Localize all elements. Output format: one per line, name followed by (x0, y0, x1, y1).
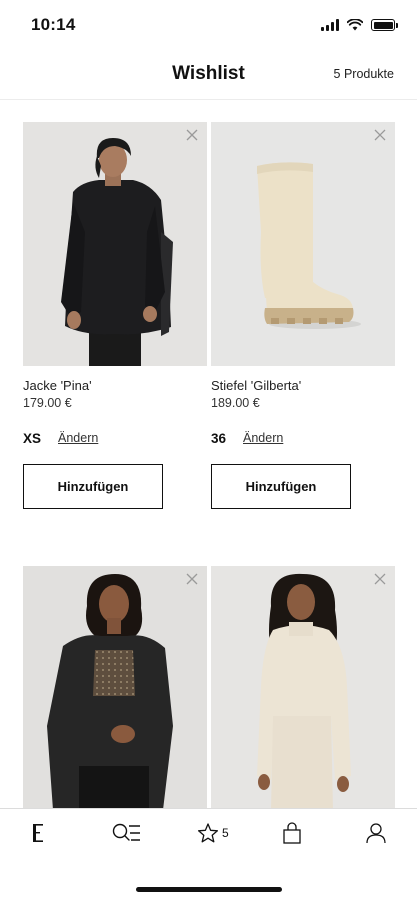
product-card: Stiefel 'Gilberta' 189.00 € 36 Ändern Hi… (211, 122, 395, 509)
tab-home[interactable] (31, 821, 47, 845)
shopping-bag-icon (283, 822, 301, 844)
battery-icon (371, 19, 398, 31)
user-icon (366, 823, 386, 844)
wishlist-count-badge: 5 (222, 826, 229, 840)
product-image[interactable] (23, 122, 207, 366)
status-bar: 10:14 (0, 0, 417, 50)
cellular-signal-icon (321, 19, 339, 31)
tab-wishlist[interactable]: 5 (197, 821, 229, 845)
product-size: XS (23, 431, 42, 446)
status-icons (321, 18, 398, 32)
add-to-bag-button[interactable]: Hinzufügen (211, 464, 351, 509)
product-card (23, 566, 207, 810)
tab-search[interactable] (111, 821, 141, 845)
product-image[interactable] (23, 566, 207, 810)
add-to-bag-button[interactable]: Hinzufügen (23, 464, 163, 509)
search-menu-icon (112, 823, 140, 841)
product-count: 5 Produkte (333, 67, 394, 81)
product-price: 179.00 € (23, 396, 72, 410)
change-size-link[interactable]: Ändern (243, 431, 283, 445)
product-card: Jacke 'Pina' 179.00 € XS Ändern Hinzufüg… (23, 122, 207, 509)
tab-bar: 5 (0, 808, 417, 900)
jacket-photo (23, 122, 207, 366)
product-image[interactable] (211, 122, 395, 366)
tab-bag[interactable] (282, 821, 302, 845)
product-name[interactable]: Jacke 'Pina' (23, 378, 92, 393)
remove-icon[interactable] (373, 572, 387, 586)
remove-icon[interactable] (373, 128, 387, 142)
boot-photo (211, 122, 395, 366)
remove-icon[interactable] (185, 572, 199, 586)
wifi-icon (347, 19, 363, 31)
home-indicator (136, 887, 282, 892)
product-image[interactable] (211, 566, 395, 810)
star-icon (197, 823, 219, 843)
header: Wishlist 5 Produkte (0, 50, 417, 100)
status-time: 10:14 (31, 15, 76, 34)
change-size-link[interactable]: Ändern (58, 431, 98, 445)
product-price: 189.00 € (211, 396, 260, 410)
remove-icon[interactable] (185, 128, 199, 142)
knit-set-photo (211, 566, 395, 810)
product-name[interactable]: Stiefel 'Gilberta' (211, 378, 301, 393)
product-size: 36 (211, 431, 227, 446)
leather-jacket-photo (23, 566, 207, 810)
product-card (211, 566, 395, 810)
edited-logo-icon (33, 824, 43, 842)
tab-account[interactable] (365, 821, 387, 845)
